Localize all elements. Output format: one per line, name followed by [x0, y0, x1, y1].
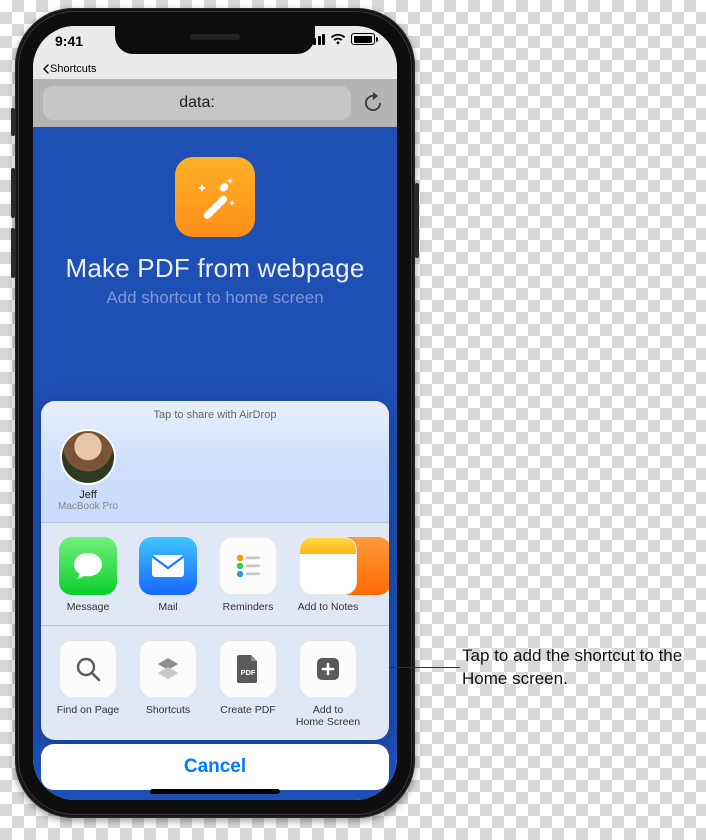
- share-app-message[interactable]: Message: [55, 537, 121, 613]
- battery-icon: [351, 33, 375, 45]
- airdrop-section: Tap to share with AirDrop Jeff MacBook P…: [41, 401, 389, 522]
- action-label: Add to Home Screen: [296, 704, 360, 728]
- share-sheet: Tap to share with AirDrop Jeff MacBook P…: [41, 401, 389, 740]
- svg-text:PDF: PDF: [241, 668, 256, 677]
- callout-text: Tap to add the shortcut to the Home scre…: [462, 645, 692, 691]
- volume-down-button: [11, 228, 15, 278]
- share-app-notes[interactable]: Add to Notes: [295, 537, 361, 613]
- share-apps-row: Message Mail Reminders Add to Not: [41, 522, 389, 625]
- contact-device: MacBook Pro: [58, 501, 118, 512]
- page-subtitle: Add shortcut to home screen: [106, 288, 323, 308]
- notes-icon: [299, 537, 357, 595]
- reminders-icon: [231, 549, 265, 583]
- airdrop-header: Tap to share with AirDrop: [53, 409, 377, 421]
- shortcuts-icon: [153, 654, 183, 684]
- action-shortcuts[interactable]: Shortcuts: [135, 640, 201, 728]
- page-title: Make PDF from webpage: [66, 253, 365, 284]
- action-label: Shortcuts: [146, 704, 190, 716]
- status-time: 9:41: [55, 33, 83, 49]
- share-app-label: Add to Notes: [298, 601, 359, 613]
- action-create-pdf[interactable]: PDF Create PDF: [215, 640, 281, 728]
- plus-square-icon: [315, 656, 341, 682]
- mail-icon: [150, 553, 186, 579]
- url-bar: data:: [33, 79, 397, 127]
- reload-icon: [363, 92, 383, 114]
- search-icon: [73, 654, 103, 684]
- chevron-left-icon: [43, 64, 49, 74]
- pdf-icon: PDF: [235, 653, 261, 685]
- share-app-label: Mail: [158, 601, 177, 613]
- share-app-mail[interactable]: Mail: [135, 537, 201, 613]
- home-indicator[interactable]: [150, 789, 280, 794]
- share-app-label: Reminders: [223, 601, 274, 613]
- avatar: [60, 429, 116, 485]
- phone-frame: 9:41 Shortcuts data:: [15, 8, 415, 818]
- notch: [115, 26, 315, 54]
- action-label: Find on Page: [57, 704, 119, 716]
- callout-annotation: Tap to add the shortcut to the Home scre…: [380, 645, 692, 691]
- action-add-to-home-screen[interactable]: Add to Home Screen: [295, 640, 361, 728]
- share-actions-row: Find on Page Shortcuts PDF Create PDF Ad…: [41, 625, 389, 740]
- share-app-label: Message: [67, 601, 110, 613]
- share-app-more[interactable]: [375, 537, 389, 613]
- cancel-button[interactable]: Cancel: [41, 744, 389, 790]
- url-field[interactable]: data:: [43, 86, 351, 120]
- action-label: Create PDF: [220, 704, 275, 716]
- screen: 9:41 Shortcuts data:: [33, 26, 397, 800]
- shortcut-app-icon: [175, 157, 255, 237]
- messages-icon: [71, 550, 105, 582]
- airdrop-contact[interactable]: Jeff MacBook Pro: [53, 429, 123, 512]
- share-app-reminders[interactable]: Reminders: [215, 537, 281, 613]
- contact-name: Jeff: [79, 489, 97, 501]
- power-button: [415, 183, 419, 258]
- breadcrumb-label: Shortcuts: [50, 63, 96, 75]
- volume-up-button: [11, 168, 15, 218]
- magic-wand-icon: [192, 174, 238, 220]
- silent-switch: [11, 108, 15, 136]
- wifi-icon: [330, 33, 346, 45]
- action-find-on-page[interactable]: Find on Page: [55, 640, 121, 728]
- breadcrumb-back[interactable]: Shortcuts: [33, 59, 397, 79]
- reload-button[interactable]: [359, 92, 387, 114]
